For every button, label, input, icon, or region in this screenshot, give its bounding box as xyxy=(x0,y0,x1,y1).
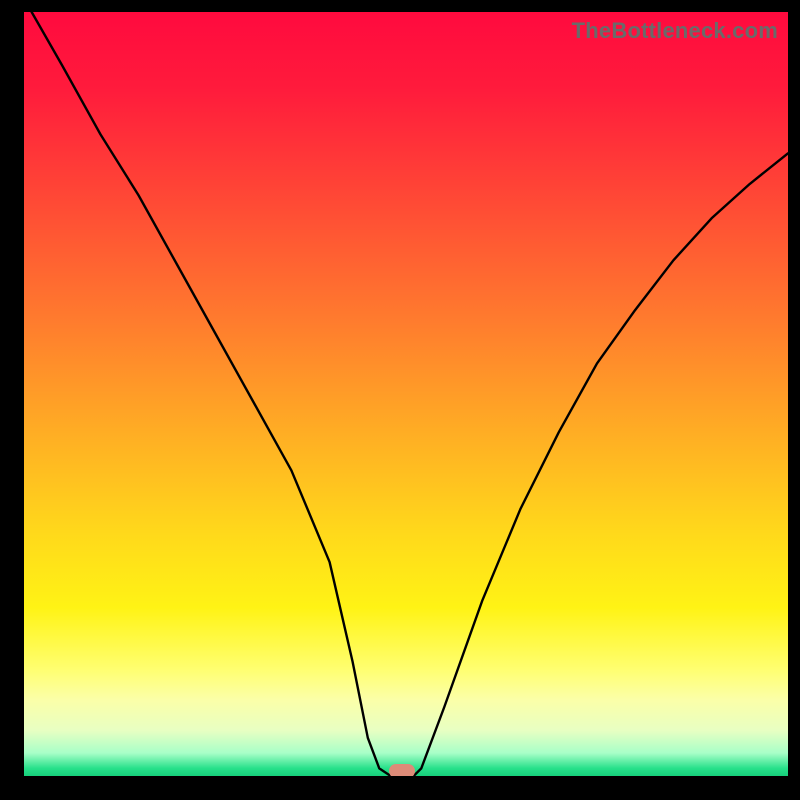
chart-stage: TheBottleneck.com xyxy=(0,0,800,800)
plot-area: TheBottleneck.com xyxy=(24,12,788,776)
bottleneck-curve xyxy=(24,12,788,776)
optimal-point-marker xyxy=(389,764,415,776)
watermark-text: TheBottleneck.com xyxy=(572,18,778,44)
